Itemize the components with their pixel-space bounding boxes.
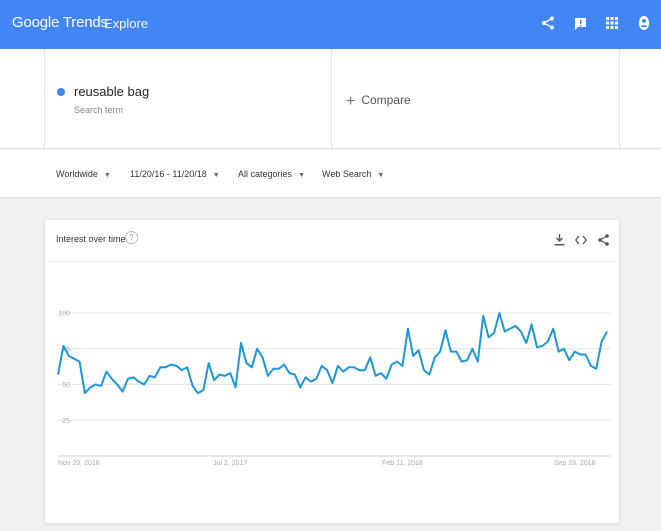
interest-over-time-card: Interest over time ? 100 75 50 25 Nov 20, 20… bbox=[44, 219, 620, 524]
plus-icon: + bbox=[346, 93, 356, 110]
share-icon[interactable] bbox=[541, 15, 555, 31]
search-type-filter[interactable]: Web Search ▼ bbox=[322, 169, 384, 179]
search-type-filter-label: Web Search bbox=[322, 169, 372, 179]
dropdown-arrow-icon: ▼ bbox=[298, 172, 305, 179]
search-terms-row: reusable bag Search term + Compare bbox=[0, 49, 661, 149]
feedback-icon[interactable] bbox=[573, 15, 587, 31]
account-icon[interactable] bbox=[637, 15, 651, 31]
x-tick-label: Nov 20, 2016 bbox=[58, 460, 100, 467]
compare-button[interactable]: + Compare bbox=[346, 93, 411, 111]
x-tick-label: Jul 2, 2017 bbox=[213, 460, 247, 467]
dropdown-arrow-icon: ▼ bbox=[103, 172, 111, 179]
compare-card: + Compare bbox=[332, 49, 620, 149]
y-tick-label: 100 bbox=[58, 311, 70, 318]
top-app-bar: Google Trends Explore bbox=[0, 0, 661, 49]
x-tick-label: Feb 11, 2018 bbox=[382, 460, 423, 467]
series-line-reusable-bag[interactable] bbox=[57, 312, 608, 395]
category-filter-label: All categories bbox=[238, 169, 293, 179]
dropdown-arrow-icon: ▼ bbox=[212, 172, 220, 179]
dropdown-arrow-icon: ▼ bbox=[377, 172, 385, 179]
search-term-name[interactable]: reusable bag bbox=[74, 84, 149, 99]
page-title-explore: Explore bbox=[104, 16, 149, 31]
region-filter-label: Worldwide bbox=[56, 169, 98, 179]
term-color-dot bbox=[57, 88, 65, 96]
y-tick-label: 25 bbox=[62, 418, 70, 425]
date-range-filter[interactable]: 11/20/16 - 11/20/18 ▼ bbox=[130, 169, 220, 179]
category-filter[interactable]: All categories ▼ bbox=[238, 169, 305, 179]
search-term-type: Search term bbox=[74, 105, 124, 115]
region-filter[interactable]: Worldwide ▼ bbox=[56, 169, 111, 179]
apps-icon[interactable] bbox=[605, 15, 619, 31]
search-term-card[interactable]: reusable bag Search term bbox=[44, 49, 332, 149]
top-bar-actions bbox=[541, 15, 651, 31]
google-trends-logo[interactable]: Google Trends bbox=[12, 14, 108, 31]
x-tick-label: Sep 23, 2018 bbox=[554, 460, 596, 467]
interest-line-chart: 100755025Nov 20, 2016 Jul 2, 2017 Feb 11, … bbox=[57, 311, 611, 467]
date-range-filter-label: 11/20/16 - 11/20/18 bbox=[130, 169, 207, 179]
filter-bar: Worldwide ▼ 11/20/16 - 11/20/18 ▼ All cate… bbox=[0, 150, 661, 198]
compare-label: Compare bbox=[361, 93, 411, 107]
y-tick-label: 50 bbox=[62, 382, 70, 389]
